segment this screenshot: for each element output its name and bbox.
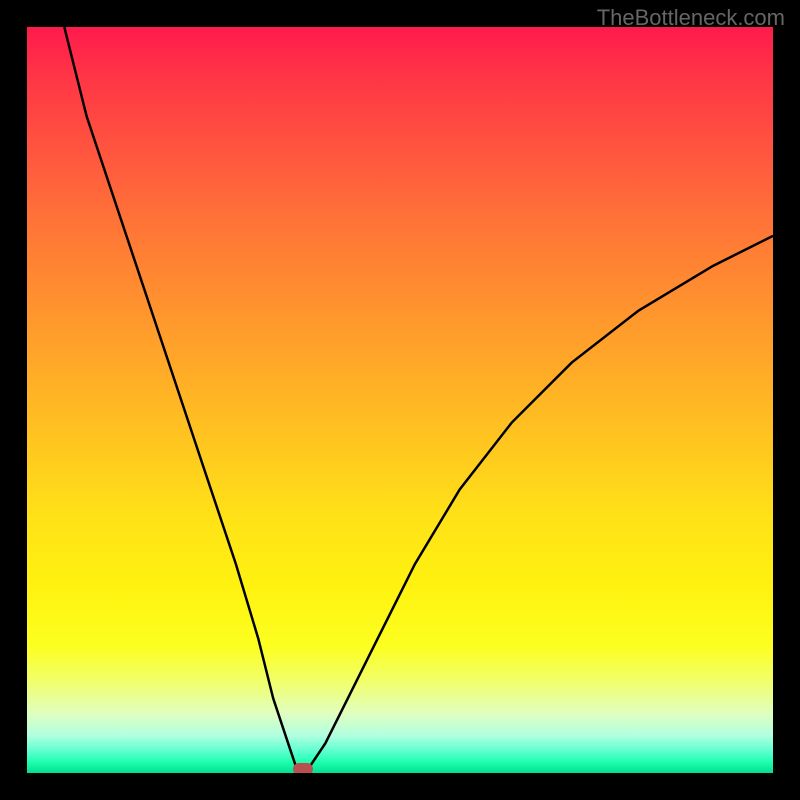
bottleneck-curve — [27, 27, 773, 773]
plot-area — [27, 27, 773, 773]
watermark-text: TheBottleneck.com — [597, 5, 785, 31]
optimal-point-marker — [293, 763, 313, 773]
